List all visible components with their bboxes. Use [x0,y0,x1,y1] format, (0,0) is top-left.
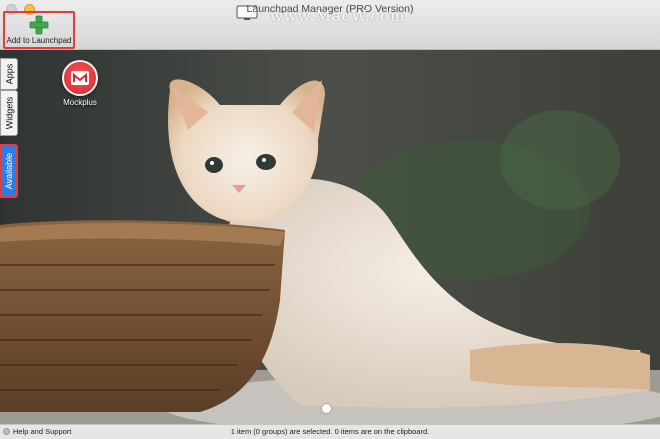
tab-available[interactable]: Available [0,144,18,198]
tab-widgets-label: Widgets [4,96,15,130]
selection-status-text: 1 item (0 groups) are selected. 0 items … [230,427,430,436]
status-bar: Help and Support 1 item (0 groups) are s… [0,424,660,439]
add-to-launchpad-button[interactable]: Add to Launchpad [3,11,75,49]
plus-icon [29,15,49,35]
watermark-text: www.MacW.com [270,7,406,25]
mockplus-icon [62,60,98,96]
tab-apps-label: Apps [4,63,15,85]
page-indicator-dot[interactable] [322,404,331,413]
tab-apps[interactable]: Apps [0,58,18,90]
add-to-launchpad-label: Add to Launchpad [6,36,72,45]
app-tile-mockplus[interactable]: Mockplus [58,60,102,107]
app-label: Mockplus [63,98,97,107]
tab-widgets[interactable]: Widgets [0,90,18,136]
tab-available-label: Available [4,152,14,190]
launchpad-canvas[interactable]: Apps Widgets Available Mockplus [0,50,660,424]
title-bar: Launchpad Manager (PRO Version) www.MacW… [0,0,660,50]
